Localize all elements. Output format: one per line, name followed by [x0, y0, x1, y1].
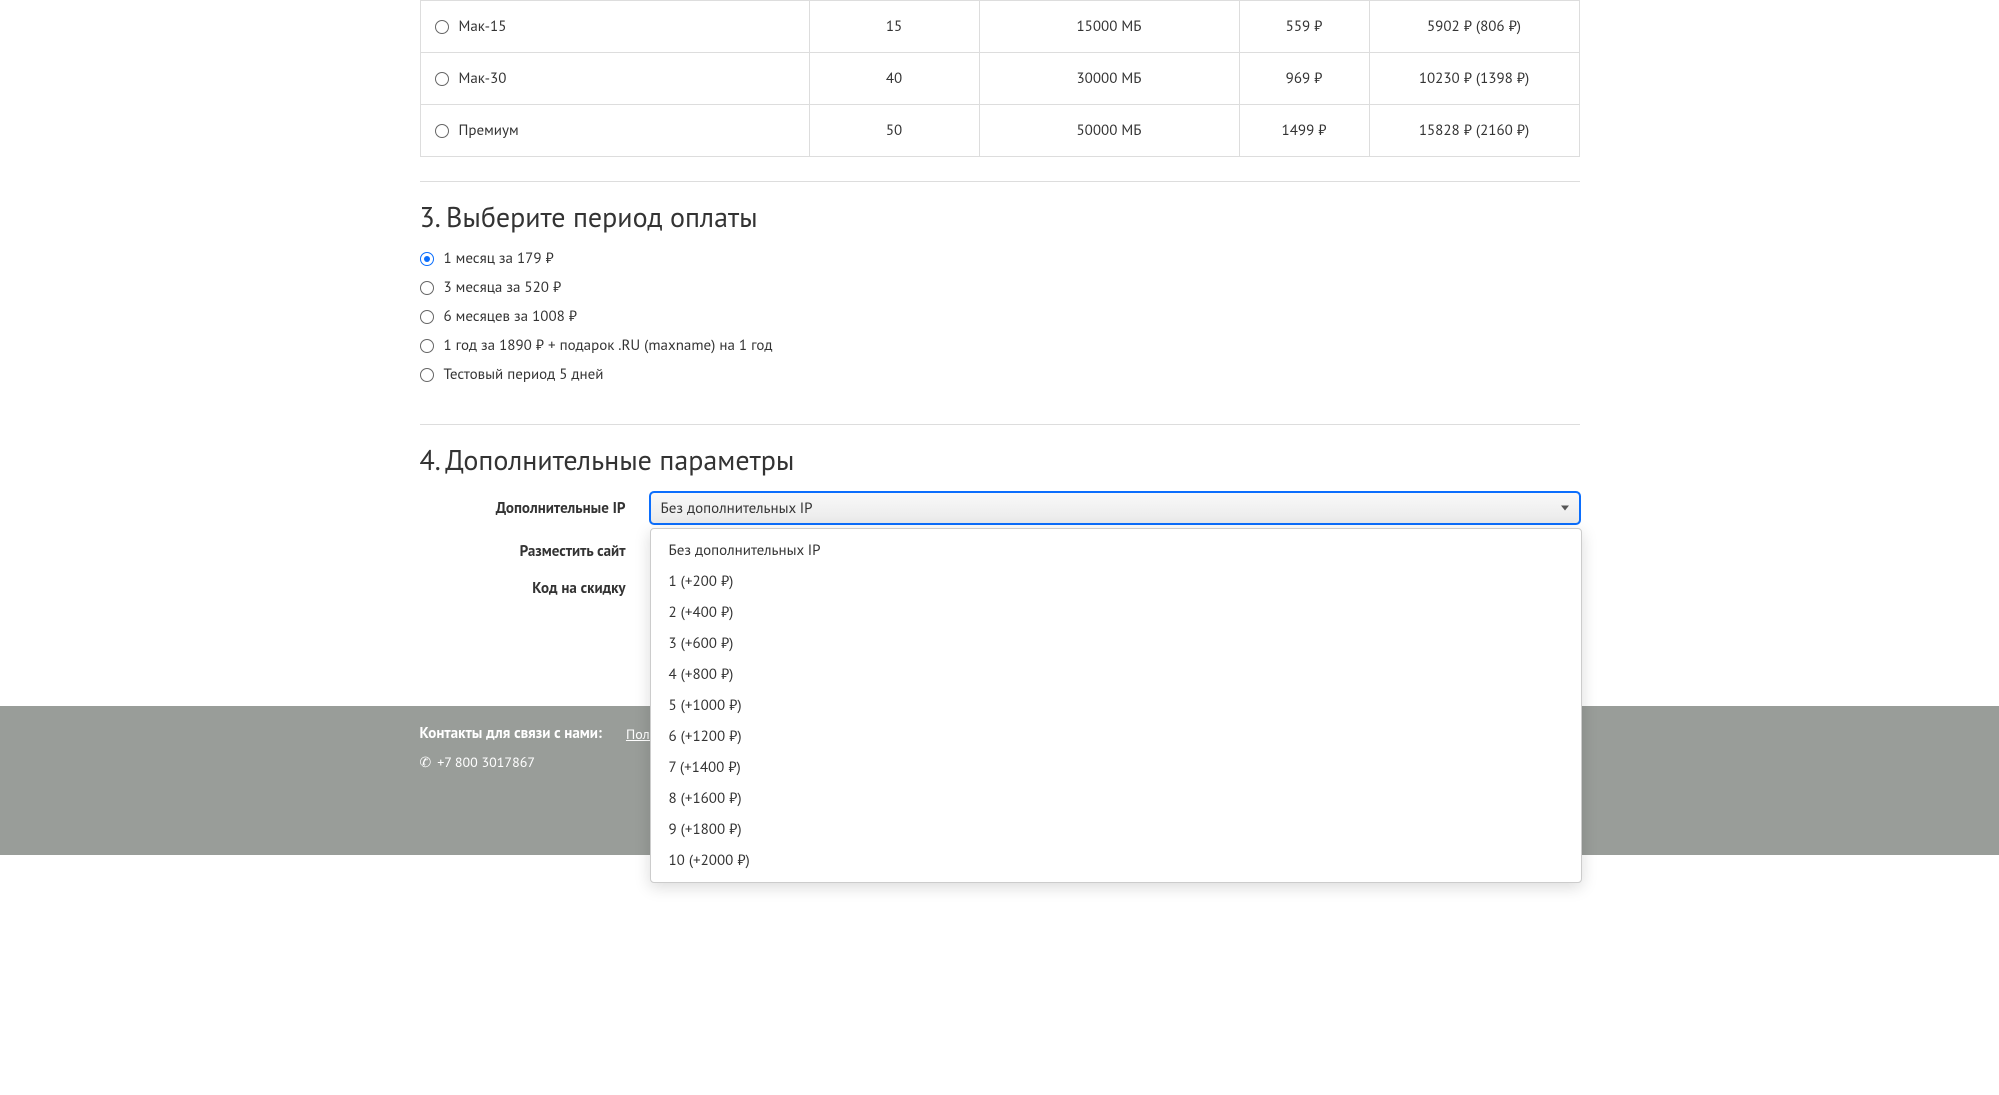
- payment-period-group: 1 месяц за 179 ₽ 3 месяца за 520 ₽ 6 месяц…: [420, 249, 1580, 400]
- period-label: 1 месяц за 179 ₽: [444, 249, 554, 268]
- plan-radio-input[interactable]: [435, 72, 449, 86]
- plan-name-text: Мак-30: [459, 69, 507, 88]
- period-label: Тестовый период 5 дней: [444, 365, 604, 384]
- period-option[interactable]: Тестовый период 5 дней: [420, 365, 1580, 384]
- section-title-params: 4. Дополнительные параметры: [420, 441, 1580, 478]
- phone-icon: [420, 753, 432, 771]
- period-label: 3 месяца за 520 ₽: [444, 278, 562, 297]
- plan-price-month: 1499 ₽: [1239, 105, 1369, 157]
- additional-ip-dropdown[interactable]: Без дополнительных IP1 (+200 ₽)2 (+400 ₽…: [650, 528, 1582, 883]
- plan-sites: 50: [809, 105, 979, 157]
- dropdown-option[interactable]: 7 (+1400 ₽): [651, 752, 1581, 783]
- table-row: Премиум 5050000 МБ1499 ₽15828 ₽ (2160 ₽): [420, 105, 1579, 157]
- plan-price-year: 15828 ₽ (2160 ₽): [1369, 105, 1579, 157]
- param-label-ip: Дополнительные IP: [420, 499, 650, 518]
- plan-sites: 40: [809, 53, 979, 105]
- period-radio-input[interactable]: [420, 281, 434, 295]
- dropdown-option[interactable]: 6 (+1200 ₽): [651, 721, 1581, 752]
- dropdown-option[interactable]: Без дополнительных IP: [651, 535, 1581, 566]
- divider: [420, 424, 1580, 425]
- plan-radio-Премиум[interactable]: Премиум: [435, 121, 799, 140]
- additional-ip-value: Без дополнительных IP: [661, 499, 813, 518]
- plan-price-year: 10230 ₽ (1398 ₽): [1369, 53, 1579, 105]
- plan-disk: 50000 МБ: [979, 105, 1239, 157]
- plan-sites: 15: [809, 1, 979, 53]
- period-label: 1 год за 1890 ₽ + подарок .RU (maxname) …: [444, 336, 773, 355]
- param-label-promo: Код на скидку: [420, 579, 650, 598]
- period-radio-input[interactable]: [420, 368, 434, 382]
- footer-phone: +7 800 3017867: [437, 753, 535, 771]
- plan-price-month: 559 ₽: [1239, 1, 1369, 53]
- dropdown-option[interactable]: 1 (+200 ₽): [651, 566, 1581, 597]
- period-radio-input[interactable]: [420, 252, 434, 266]
- dropdown-option[interactable]: 9 (+1800 ₽): [651, 814, 1581, 845]
- dropdown-option[interactable]: 5 (+1000 ₽): [651, 690, 1581, 721]
- period-option[interactable]: 3 месяца за 520 ₽: [420, 278, 1580, 297]
- param-label-site: Разместить сайт: [420, 542, 650, 561]
- plan-name-text: Премиум: [459, 121, 519, 140]
- period-radio-input[interactable]: [420, 339, 434, 353]
- plan-price-month: 969 ₽: [1239, 53, 1369, 105]
- dropdown-option[interactable]: 3 (+600 ₽): [651, 628, 1581, 659]
- dropdown-option[interactable]: 4 (+800 ₽): [651, 659, 1581, 690]
- period-option[interactable]: 1 год за 1890 ₽ + подарок .RU (maxname) …: [420, 336, 1580, 355]
- chevron-down-icon: [1561, 506, 1569, 511]
- period-option[interactable]: 6 месяцев за 1008 ₽: [420, 307, 1580, 326]
- period-radio-input[interactable]: [420, 310, 434, 324]
- additional-ip-select[interactable]: Без дополнительных IP: [650, 492, 1580, 524]
- plan-table: Мак-151515000 МБ559 ₽5902 ₽ (806 ₽)Мак-3…: [420, 0, 1580, 157]
- table-row: Мак-15 1515000 МБ559 ₽5902 ₽ (806 ₽): [420, 1, 1579, 53]
- dropdown-option[interactable]: 2 (+400 ₽): [651, 597, 1581, 628]
- dropdown-option[interactable]: 8 (+1600 ₽): [651, 783, 1581, 814]
- divider: [420, 181, 1580, 182]
- footer-contacts-heading: Контакты для связи с нами:: [420, 724, 602, 743]
- plan-radio-Мак-15[interactable]: Мак-15: [435, 17, 799, 36]
- plan-radio-input[interactable]: [435, 20, 449, 34]
- footer-contacts: Контакты для связи с нами: +7 800 301786…: [420, 724, 602, 771]
- plan-name-text: Мак-15: [459, 17, 507, 36]
- plan-price-year: 5902 ₽ (806 ₽): [1369, 1, 1579, 53]
- plan-radio-input[interactable]: [435, 124, 449, 138]
- period-option[interactable]: 1 месяц за 179 ₽: [420, 249, 1580, 268]
- plan-disk: 30000 МБ: [979, 53, 1239, 105]
- plan-radio-Мак-30[interactable]: Мак-30: [435, 69, 799, 88]
- period-label: 6 месяцев за 1008 ₽: [444, 307, 577, 326]
- dropdown-option[interactable]: 10 (+2000 ₽): [651, 845, 1581, 876]
- table-row: Мак-30 4030000 МБ969 ₽10230 ₽ (1398 ₽): [420, 53, 1579, 105]
- section-title-period: 3. Выберите период оплаты: [420, 198, 1580, 235]
- plan-disk: 15000 МБ: [979, 1, 1239, 53]
